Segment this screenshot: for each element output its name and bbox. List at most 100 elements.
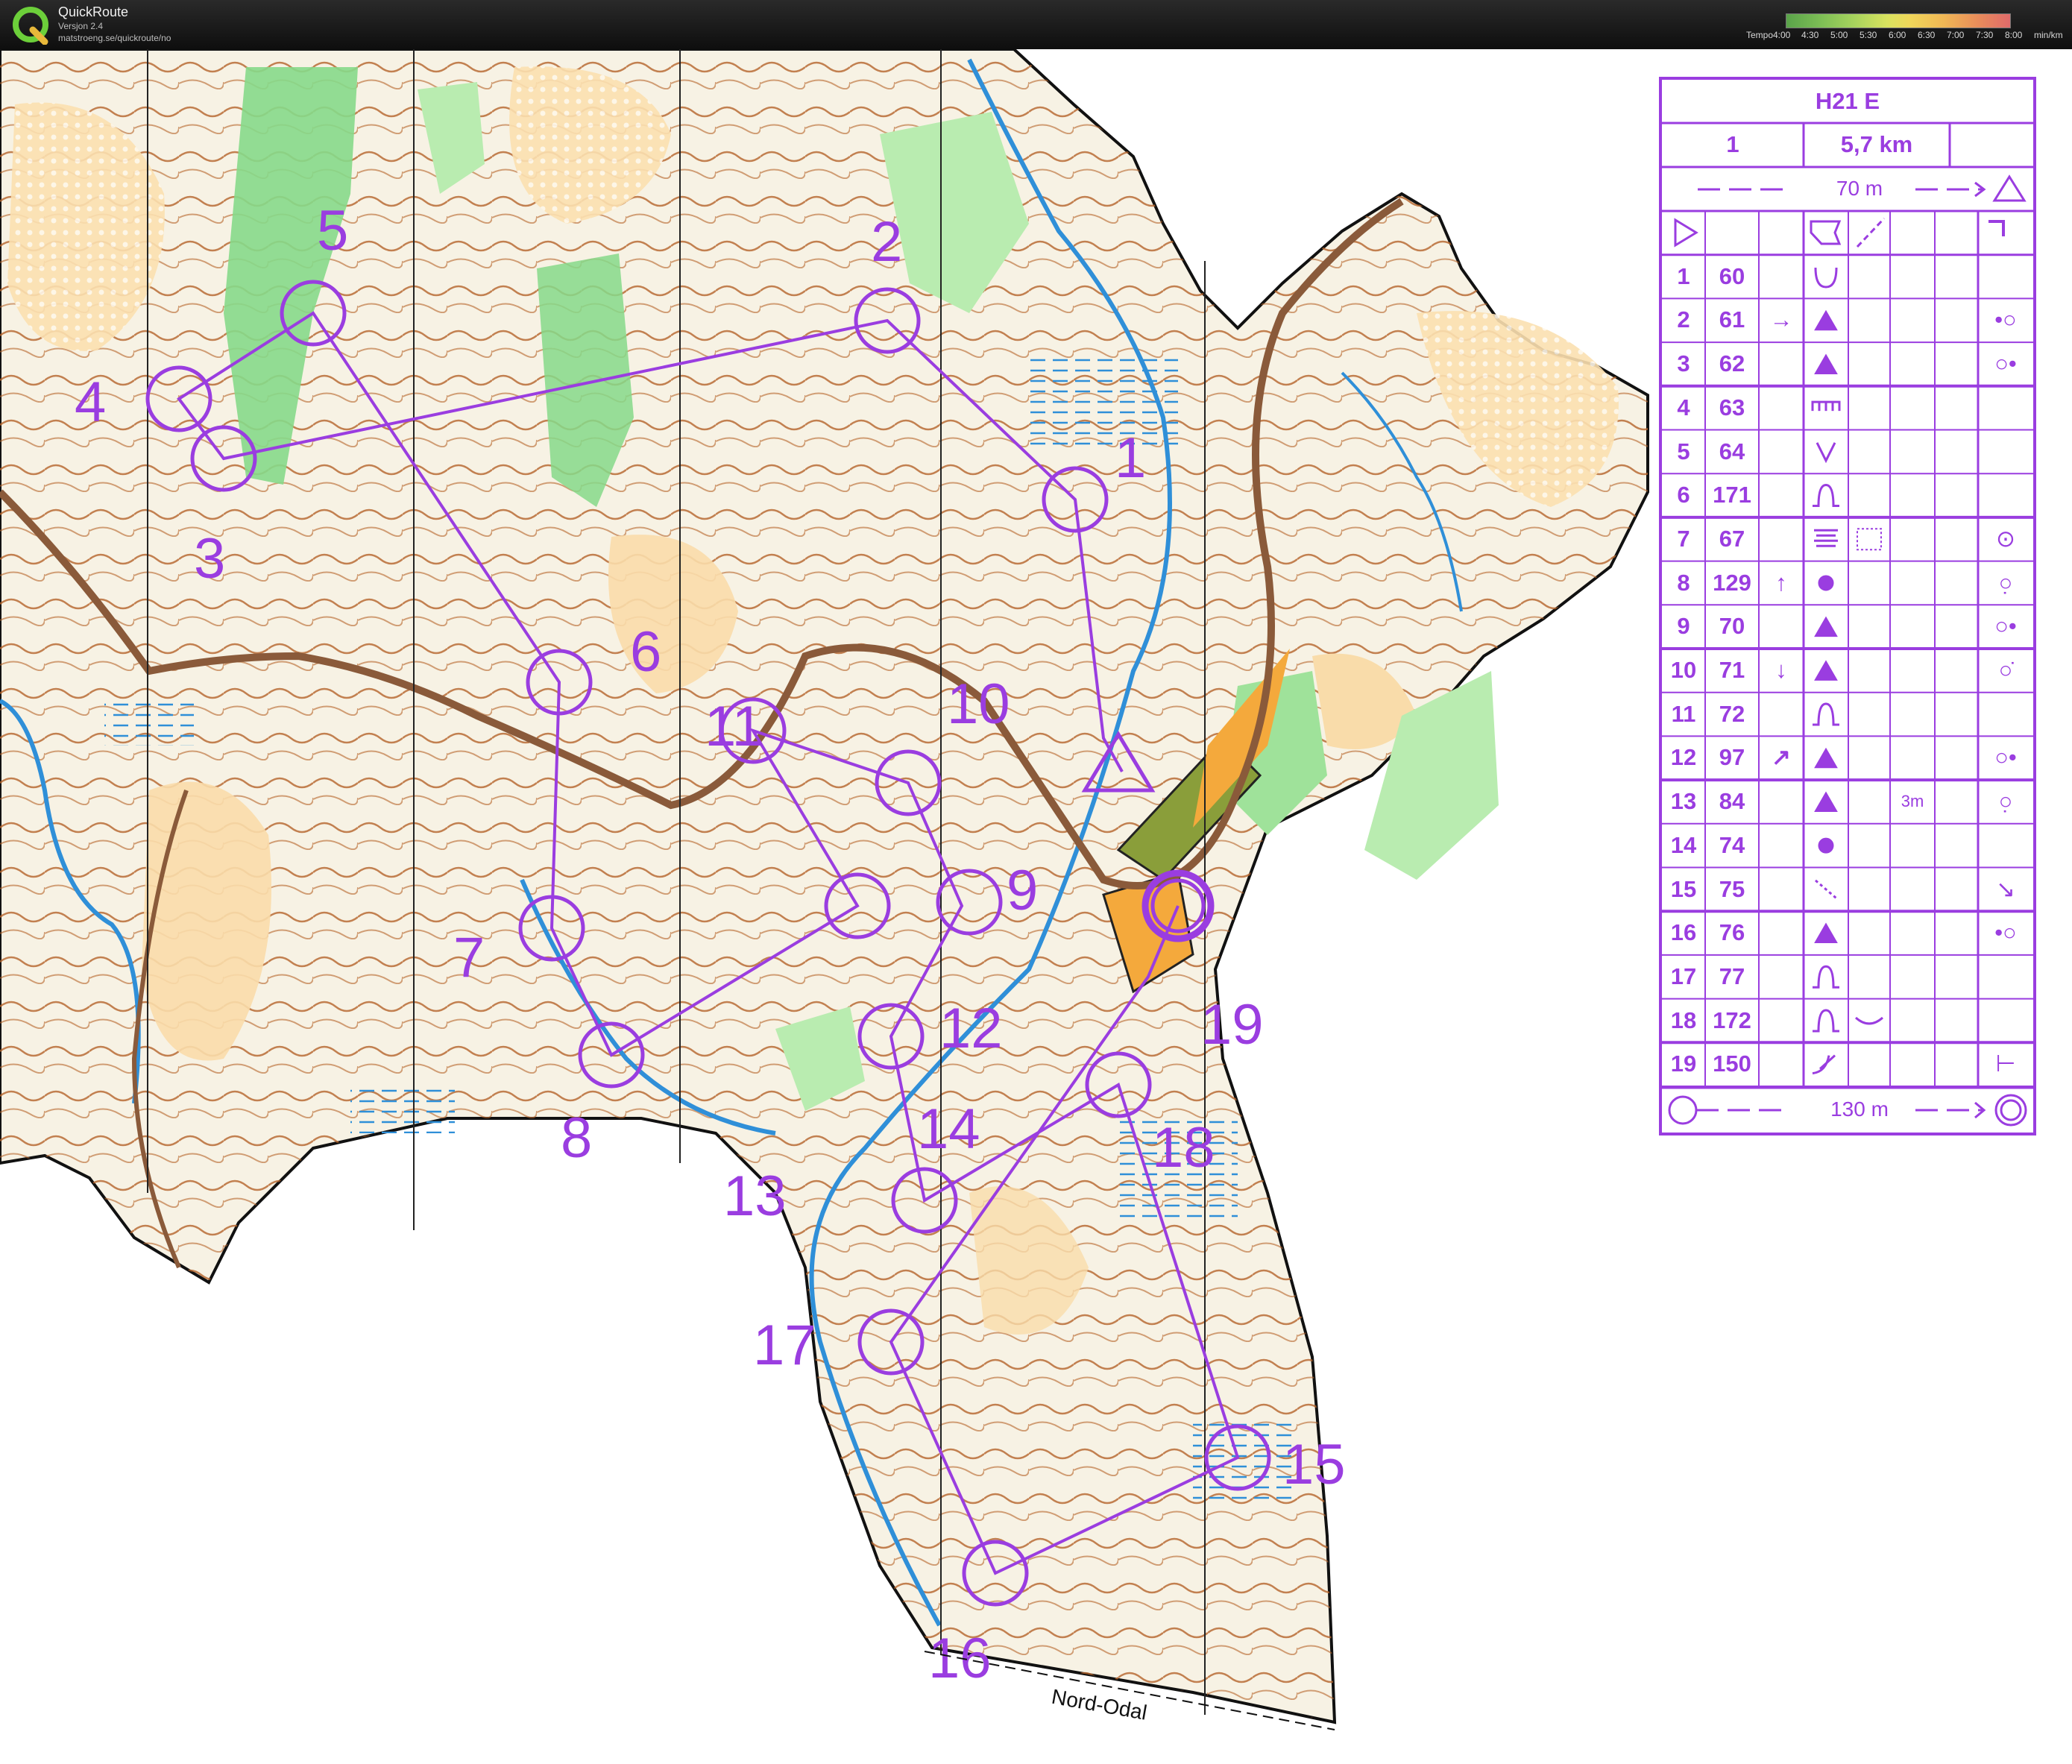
control-number: 12 <box>939 997 1003 1060</box>
desc-direction <box>1759 255 1804 299</box>
desc-code: 75 <box>1719 875 1745 902</box>
tempo-scale-bar <box>1786 13 2011 28</box>
desc-seq: 8 <box>1677 569 1690 596</box>
course-number: 1 <box>1726 131 1739 157</box>
desc-direction: ↑ <box>1775 569 1787 596</box>
tempo-tick: min/km <box>2034 30 2063 40</box>
tempo-tick: 7:00 <box>1947 30 1965 40</box>
desc-direction <box>1759 999 1804 1043</box>
desc-position <box>1978 473 2033 517</box>
desc-direction <box>1759 868 1804 912</box>
desc-direction <box>1759 911 1804 955</box>
tempo-tick: 4:00 <box>1773 30 1791 40</box>
desc-position: ⊢ <box>1995 1050 2016 1077</box>
desc-code: 64 <box>1719 438 1745 464</box>
tempo-tick: 5:00 <box>1830 30 1848 40</box>
desc-code: 77 <box>1719 963 1745 989</box>
desc-direction <box>1759 693 1804 737</box>
desc-code: 71 <box>1719 657 1745 683</box>
desc-position: •○ <box>1994 306 2017 333</box>
control-number: 10 <box>947 672 1010 736</box>
place-label: Nord-Odal <box>1050 1685 1149 1724</box>
desc-position: ○̇ <box>1998 657 2013 683</box>
desc-seq: 16 <box>1670 919 1697 946</box>
desc-direction <box>1759 1042 1804 1086</box>
desc-seq: 19 <box>1670 1050 1697 1077</box>
desc-direction: ↓ <box>1775 657 1787 683</box>
desc-seq: 15 <box>1670 875 1697 902</box>
desc-seq: 6 <box>1677 482 1690 508</box>
control-number: 5 <box>317 199 348 262</box>
class-name: H21 E <box>1815 88 1880 114</box>
tempo-tick: 8:00 <box>2005 30 2023 40</box>
desc-position: ○• <box>1994 744 2017 771</box>
desc-seq: 3 <box>1677 350 1690 377</box>
desc-code: 84 <box>1719 788 1745 815</box>
desc-seq: 10 <box>1670 657 1697 683</box>
tempo-tick: 6:30 <box>1918 30 1936 40</box>
desc-seq: 2 <box>1677 306 1690 333</box>
desc-seq: 18 <box>1670 1007 1697 1033</box>
desc-position: •○ <box>1994 919 2017 946</box>
desc-code: 150 <box>1713 1050 1751 1077</box>
desc-seq: 1 <box>1677 262 1690 289</box>
desc-seq: 17 <box>1670 963 1697 989</box>
control-number: 18 <box>1152 1116 1215 1179</box>
desc-position <box>1978 824 2033 868</box>
app-titlebar: QuickRoute Versjon 2.4 matstroeng.se/qui… <box>0 0 2072 49</box>
desc-seq: 14 <box>1670 831 1697 858</box>
control-number: 8 <box>561 1106 592 1170</box>
desc-code: 61 <box>1719 306 1745 333</box>
desc-code: 62 <box>1719 350 1745 377</box>
finish-distance: 130 m <box>1830 1097 1889 1121</box>
desc-seq: 12 <box>1670 744 1697 771</box>
desc-direction <box>1759 824 1804 868</box>
desc-code: 67 <box>1719 525 1745 552</box>
desc-code: 97 <box>1719 744 1745 771</box>
quickroute-logo-icon <box>13 7 48 45</box>
start-distance: 70 m <box>1836 177 1883 200</box>
desc-code: 63 <box>1719 394 1745 420</box>
desc-direction: → <box>1769 306 1793 333</box>
map-terrain <box>0 49 1649 1724</box>
control-number: 6 <box>630 620 661 684</box>
desc-code: 76 <box>1719 919 1745 946</box>
desc-direction <box>1759 517 1804 561</box>
desc-seq: 9 <box>1677 613 1690 640</box>
desc-position: ○̣ <box>1998 788 2013 815</box>
control-number: 13 <box>723 1165 787 1228</box>
tempo-tick: 5:30 <box>1860 30 1877 40</box>
desc-code: 129 <box>1713 569 1751 596</box>
control-number: 14 <box>917 1097 980 1161</box>
tempo-label: Tempo <box>1746 30 1774 40</box>
desc-code: 74 <box>1719 831 1745 858</box>
desc-seq: 13 <box>1670 788 1697 815</box>
desc-seq: 11 <box>1671 700 1696 727</box>
desc-direction <box>1759 430 1804 474</box>
desc-position <box>1978 255 2033 299</box>
app-version: Versjon 2.4 <box>58 21 104 31</box>
tempo-tick: 7:30 <box>1976 30 1994 40</box>
desc-direction <box>1759 386 1804 430</box>
desc-direction <box>1759 955 1804 999</box>
app-name: QuickRoute <box>58 4 129 19</box>
desc-dimension: 3m <box>1901 792 1924 811</box>
desc-position <box>1978 999 2033 1043</box>
desc-direction <box>1759 605 1804 649</box>
desc-position <box>1978 386 2033 430</box>
control-number: 9 <box>1007 859 1038 922</box>
desc-seq: 7 <box>1677 525 1690 552</box>
desc-code: 171 <box>1713 482 1751 508</box>
desc-position: ⊙ <box>1996 525 2015 552</box>
control-number: 1 <box>1115 426 1146 490</box>
desc-code: 172 <box>1713 1007 1751 1033</box>
desc-seq: 4 <box>1677 394 1690 420</box>
control-number: 15 <box>1282 1433 1346 1496</box>
desc-direction: ↗ <box>1772 744 1791 771</box>
desc-position: ↘ <box>1996 875 2015 902</box>
desc-code: 60 <box>1719 262 1745 289</box>
control-number: 3 <box>194 527 225 590</box>
course-length: 5,7 km <box>1840 131 1913 157</box>
app-url: matstroeng.se/quickroute/no <box>58 33 171 43</box>
desc-position <box>1978 693 2033 737</box>
